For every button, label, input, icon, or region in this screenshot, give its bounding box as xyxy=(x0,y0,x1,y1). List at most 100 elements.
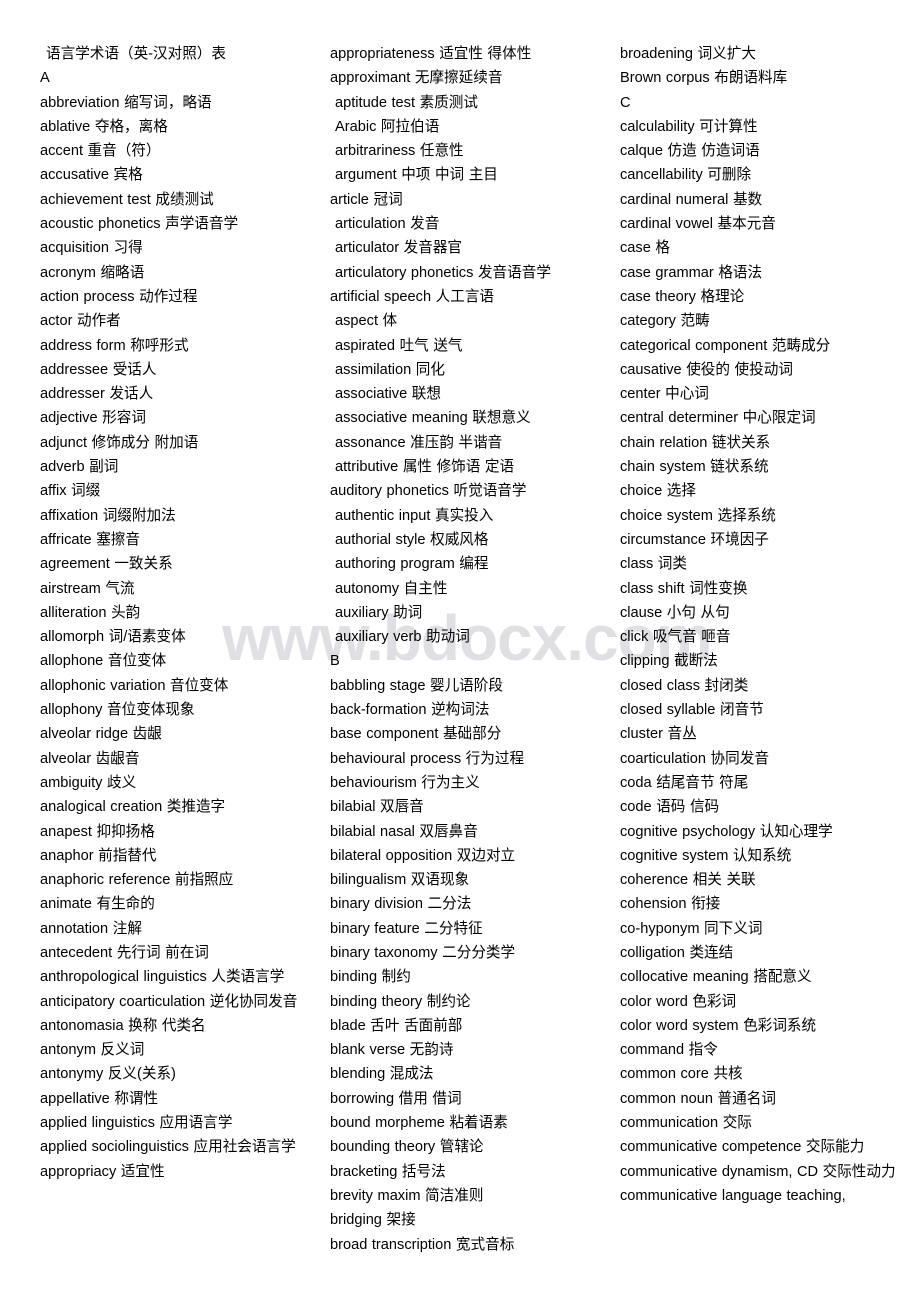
glossary-entry: autonomy 自主性 xyxy=(335,580,448,597)
glossary-entry: bilateral opposition 双边对立 xyxy=(330,847,516,864)
glossary-entry: cancellability 可删除 xyxy=(620,167,752,184)
glossary-entry: command 指令 xyxy=(620,1042,718,1059)
glossary-entry: affixation 词缀附加法 xyxy=(40,507,176,524)
glossary-entry: binding 制约 xyxy=(330,969,411,986)
glossary-entry: action process 动作过程 xyxy=(40,288,198,305)
glossary-entry: chain system 链状系统 xyxy=(620,459,769,476)
glossary-entry: calculability 可计算性 xyxy=(620,118,758,135)
letter-heading: B xyxy=(330,653,340,670)
glossary-entry: aptitude test 素质测试 xyxy=(335,94,478,111)
glossary-entry: blank verse 无韵诗 xyxy=(330,1042,454,1059)
glossary-entry: allophony 音位变体现象 xyxy=(40,702,195,719)
glossary-entry: bilingualism 双语现象 xyxy=(330,872,470,889)
glossary-entry: communicative dynamism, CD 交际性动力 xyxy=(620,1163,896,1180)
glossary-entry: base component 基础部分 xyxy=(330,726,502,743)
glossary-entry: artificial speech 人工言语 xyxy=(330,288,495,305)
glossary-entry: authorial style 权威风格 xyxy=(335,531,489,548)
glossary-entry: authoring program 编程 xyxy=(335,556,489,573)
glossary-entry: actor 动作者 xyxy=(40,313,121,330)
glossary-entry: borrowing 借用 借词 xyxy=(330,1090,462,1107)
glossary-entry: blade 舌叶 舌面前部 xyxy=(330,1017,463,1034)
glossary-entry: clipping 截断法 xyxy=(620,653,718,670)
glossary-entry: circumstance 环境因子 xyxy=(620,531,769,548)
document-page: 语言学术语（英-汉对照）表 Aabbreviation 缩写词，略语 ablativ… xyxy=(0,0,920,1302)
glossary-entry: communicative language teaching, xyxy=(620,1187,846,1204)
page-title: 语言学术语（英-汉对照）表 xyxy=(46,46,226,62)
glossary-entry: applied sociolinguistics 应用社会语言学 xyxy=(40,1139,296,1156)
glossary-entry: common noun 普通名词 xyxy=(620,1090,776,1107)
glossary-entry: color word system 色彩词系统 xyxy=(620,1017,817,1034)
glossary-column-2: appropriateness 适宜性 得体性 approximant 无摩擦延续… xyxy=(330,42,606,1257)
glossary-entry: ambiguity 歧义 xyxy=(40,774,137,791)
glossary-entry: cognitive psychology 认知心理学 xyxy=(620,823,833,840)
glossary-entry: code 语码 信码 xyxy=(620,799,720,816)
glossary-entry: anaphoric reference 前指照应 xyxy=(40,872,234,889)
glossary-entry: case theory 格理论 xyxy=(620,288,745,305)
glossary-entry: anticipatory coarticulation 逆化协同发音 xyxy=(40,993,298,1010)
glossary-entry: auditory phonetics 听觉语音学 xyxy=(330,483,527,500)
glossary-entry: class shift 词性变换 xyxy=(620,580,748,597)
glossary-entry: address form 称呼形式 xyxy=(40,337,189,354)
glossary-entry: cognitive system 认知系统 xyxy=(620,847,792,864)
glossary-entry: alliteration 头韵 xyxy=(40,604,141,621)
glossary-entry: appropriateness 适宜性 得体性 xyxy=(330,46,532,62)
glossary-entry: co-hyponym 同下义词 xyxy=(620,920,763,937)
glossary-entry: bilabial 双唇音 xyxy=(330,799,424,816)
glossary-entry: auxiliary verb 助动词 xyxy=(335,629,470,646)
glossary-entry: analogical creation 类推造字 xyxy=(40,799,226,816)
glossary-entry: bounding theory 管辖论 xyxy=(330,1139,484,1156)
glossary-entry: causative 使役的 使投动词 xyxy=(620,361,793,378)
glossary-entry: adjunct 修饰成分 附加语 xyxy=(40,434,199,451)
glossary-entry: binary taxonomy 二分分类学 xyxy=(330,944,516,961)
glossary-entry: associative 联想 xyxy=(335,386,441,403)
glossary-entry: affix 词缀 xyxy=(40,483,101,500)
glossary-entry: central determiner 中心限定词 xyxy=(620,410,816,427)
glossary-entry: behaviourism 行为主义 xyxy=(330,774,480,791)
glossary-entry: coherence 相关 关联 xyxy=(620,872,756,889)
glossary-entry: bound morpheme 粘着语素 xyxy=(330,1115,508,1132)
glossary-entry: broad transcription 宽式音标 xyxy=(330,1236,515,1253)
glossary-entry: antonymy 反义(关系) xyxy=(40,1066,176,1083)
glossary-entry: appellative 称谓性 xyxy=(40,1090,159,1107)
glossary-entry: allophone 音位变体 xyxy=(40,653,167,670)
glossary-entry: accusative 宾格 xyxy=(40,167,143,184)
glossary-entry: calque 仿造 仿造词语 xyxy=(620,143,760,160)
glossary-column-1: 语言学术语（英-汉对照）表 Aabbreviation 缩写词，略语 ablativ… xyxy=(40,42,316,1184)
glossary-entry: antonym 反义词 xyxy=(40,1042,145,1059)
glossary-entry: articulatory phonetics 发音语音学 xyxy=(335,264,551,281)
glossary-entry: anapest 抑抑扬格 xyxy=(40,823,155,840)
glossary-entry: binary feature 二分特征 xyxy=(330,920,483,937)
glossary-entry: coda 结尾音节 符尾 xyxy=(620,774,749,791)
glossary-entry: assonance 准压韵 半谐音 xyxy=(335,434,503,451)
glossary-entry: articulation 发音 xyxy=(335,216,440,233)
glossary-entry: acoustic phonetics 声学语音学 xyxy=(40,216,239,233)
glossary-entry: appropriacy 适宜性 xyxy=(40,1163,165,1180)
glossary-entry: agreement 一致关系 xyxy=(40,556,173,573)
glossary-entry: acronym 缩略语 xyxy=(40,264,145,281)
glossary-entry: auxiliary 助词 xyxy=(335,604,423,621)
glossary-column-3: broadening 词义扩大 Brown corpus 布朗语料库 Ccalcul… xyxy=(620,42,896,1208)
glossary-entry: category 范畴 xyxy=(620,313,710,330)
glossary-entry: abbreviation 缩写词，略语 xyxy=(40,94,212,111)
glossary-entry: bracketing 括号法 xyxy=(330,1163,446,1180)
glossary-entry: allophonic variation 音位变体 xyxy=(40,677,229,694)
glossary-entry: addressee 受话人 xyxy=(40,361,157,378)
glossary-entry: brevity maxim 简洁准则 xyxy=(330,1187,484,1204)
glossary-entry: common core 共核 xyxy=(620,1066,743,1083)
glossary-entry: adverb 副词 xyxy=(40,459,119,476)
glossary-entry: closed class 封闭类 xyxy=(620,677,749,694)
glossary-entry: attributive 属性 修饰语 定语 xyxy=(335,459,515,476)
glossary-entry: acquisition 习得 xyxy=(40,240,143,257)
glossary-entry: closed syllable 闭音节 xyxy=(620,702,764,719)
glossary-entry: associative meaning 联想意义 xyxy=(335,410,531,427)
glossary-entry: articulator 发音器官 xyxy=(335,240,463,257)
glossary-entry: approximant 无摩擦延续音 xyxy=(330,70,503,87)
glossary-entry: alveolar ridge 齿龈 xyxy=(40,726,162,743)
glossary-entry: cluster 音丛 xyxy=(620,726,697,743)
glossary-entry: alveolar 齿龈音 xyxy=(40,750,140,767)
glossary-entry: arbitrariness 任意性 xyxy=(335,143,464,160)
glossary-entry: applied linguistics 应用语言学 xyxy=(40,1115,233,1132)
glossary-entry: babbling stage 婴儿语阶段 xyxy=(330,677,503,694)
glossary-entry: anaphor 前指替代 xyxy=(40,847,157,864)
glossary-entry: center 中心词 xyxy=(620,386,709,403)
